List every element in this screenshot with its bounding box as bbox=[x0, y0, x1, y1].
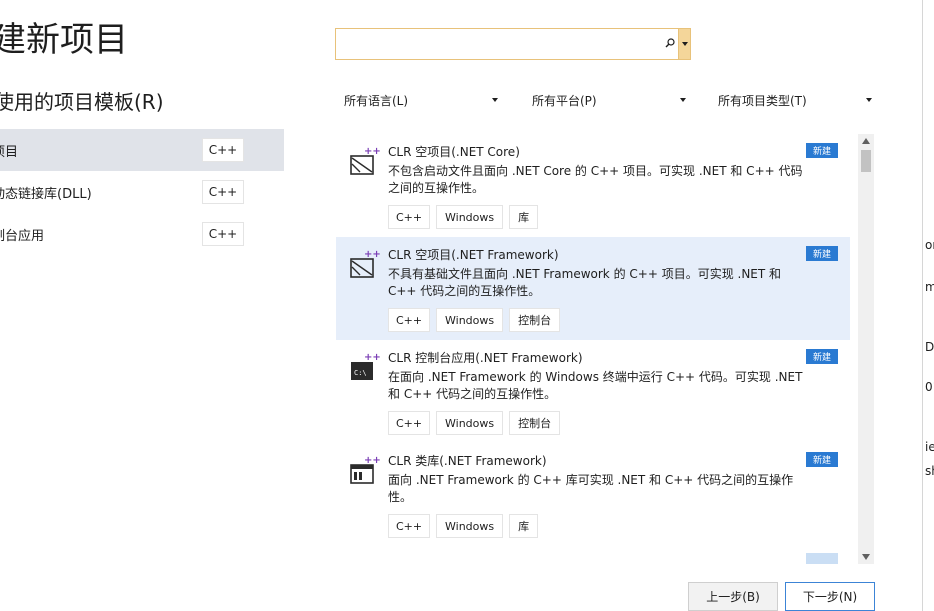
recent-item-dll[interactable]: 动态链接库(DLL) C++ bbox=[0, 171, 284, 213]
background-text: m bbox=[925, 280, 934, 294]
platform-filter[interactable]: 所有平台(P) bbox=[524, 86, 692, 114]
template-name: CLR 空项目(.NET Core) bbox=[388, 145, 520, 159]
new-badge bbox=[806, 553, 838, 564]
template-item[interactable]: ++ CLR 类库(.NET Framework) 面向 .NET Framew… bbox=[336, 443, 850, 546]
template-item[interactable]: C:\ ++ CLR 控制台应用(.NET Framework) 在面向 .NE… bbox=[336, 340, 850, 443]
back-button[interactable]: 上一步(B) bbox=[688, 582, 778, 611]
tag: 控制台 bbox=[509, 308, 561, 332]
svg-text:++: ++ bbox=[364, 352, 380, 363]
console-app-icon: C:\ ++ bbox=[351, 352, 380, 380]
template-description: 面向 .NET Framework 的 C++ 库可实现 .NET 和 C++ … bbox=[388, 473, 794, 504]
tag: Windows bbox=[436, 205, 504, 229]
scroll-thumb[interactable] bbox=[861, 150, 871, 172]
clr-empty-project-icon: ++ bbox=[350, 249, 380, 278]
template-item-selected[interactable]: ++ CLR 空项目(.NET Framework) 不具有基础文件且面向 .N… bbox=[336, 237, 850, 340]
template-description: 不具有基础文件且面向 .NET Framework 的 C++ 项目。可实现 .… bbox=[388, 267, 782, 298]
project-type-filter[interactable]: 所有项目类型(T) bbox=[710, 86, 878, 114]
background-window-edge: on m D 01 ie sh bbox=[922, 0, 934, 611]
recent-item-language: C++ bbox=[202, 222, 244, 246]
search-dropdown-button[interactable] bbox=[679, 28, 691, 60]
tag: Windows bbox=[436, 411, 504, 435]
template-item[interactable]: ++ CLR 空项目(.NET Core) 不包含启动文件且面向 .NET Co… bbox=[336, 134, 850, 237]
recent-item-console-app[interactable]: 制台应用 C++ bbox=[0, 213, 284, 255]
background-text: ie bbox=[925, 440, 934, 454]
background-text: sh bbox=[925, 464, 934, 478]
recent-item-empty-project[interactable]: 项目 C++ bbox=[0, 129, 284, 171]
scroll-down-arrow-icon[interactable] bbox=[862, 554, 870, 560]
new-badge: 新建 bbox=[806, 452, 838, 467]
language-filter-label: 所有语言(L) bbox=[344, 93, 409, 108]
platform-filter-label: 所有平台(P) bbox=[532, 93, 597, 108]
template-search-box[interactable] bbox=[335, 28, 679, 60]
svg-text:++: ++ bbox=[364, 249, 380, 260]
recent-item-name: 制台应用 bbox=[0, 228, 45, 244]
next-button[interactable]: 下一步(N) bbox=[785, 582, 875, 611]
tag: 控制台 bbox=[509, 411, 561, 435]
tag: C++ bbox=[388, 205, 430, 229]
new-badge: 新建 bbox=[806, 349, 838, 364]
template-name: CLR 类库(.NET Framework) bbox=[388, 454, 547, 468]
background-text: 01 bbox=[925, 380, 934, 394]
recent-templates-title: 使用的项目模板(R) bbox=[0, 90, 164, 114]
template-list-scrollbar[interactable] bbox=[858, 134, 874, 564]
create-project-dialog: 建新项目 使用的项目模板(R) 项目 C++ 动态链接库(DLL) C++ 制台… bbox=[0, 0, 922, 611]
recent-item-language: C++ bbox=[202, 138, 244, 162]
template-description: 不包含启动文件且面向 .NET Core 的 C++ 项目。可实现 .NET 和… bbox=[388, 164, 803, 195]
tag: 库 bbox=[509, 205, 539, 229]
background-text: on bbox=[925, 238, 934, 252]
project-type-filter-label: 所有项目类型(T) bbox=[718, 93, 807, 108]
recent-item-name: 动态链接库(DLL) bbox=[0, 186, 92, 202]
recent-item-name: 项目 bbox=[0, 144, 19, 160]
class-library-icon: ++ bbox=[350, 455, 380, 484]
tag: Windows bbox=[436, 514, 504, 538]
chevron-down-icon bbox=[680, 98, 686, 102]
tag: 库 bbox=[509, 514, 539, 538]
chevron-down-icon bbox=[866, 98, 872, 102]
chevron-down-icon bbox=[681, 42, 688, 46]
template-name: CLR 控制台应用(.NET Framework) bbox=[388, 351, 583, 365]
tag: Windows bbox=[436, 308, 504, 332]
tag: C++ bbox=[388, 514, 430, 538]
svg-text:C:\: C:\ bbox=[354, 369, 367, 377]
svg-text:++: ++ bbox=[364, 146, 380, 157]
language-filter[interactable]: 所有语言(L) bbox=[336, 86, 504, 114]
template-name: CLR 空项目(.NET Framework) bbox=[388, 248, 559, 262]
tag: C++ bbox=[388, 411, 430, 435]
template-item-partially-visible[interactable] bbox=[336, 551, 850, 564]
clr-empty-project-icon: ++ bbox=[350, 146, 380, 175]
new-badge: 新建 bbox=[806, 246, 838, 261]
new-badge: 新建 bbox=[806, 143, 838, 158]
template-list: ++ CLR 空项目(.NET Core) 不包含启动文件且面向 .NET Co… bbox=[336, 134, 850, 564]
svg-text:++: ++ bbox=[364, 455, 380, 466]
scroll-up-arrow-icon[interactable] bbox=[862, 138, 870, 144]
search-input[interactable] bbox=[342, 33, 656, 57]
chevron-down-icon bbox=[492, 98, 498, 102]
page-title: 建新项目 bbox=[0, 20, 128, 60]
background-text: D bbox=[925, 340, 934, 354]
tag: C++ bbox=[388, 308, 430, 332]
template-description: 在面向 .NET Framework 的 Windows 终端中运行 C++ 代… bbox=[388, 370, 803, 401]
recent-item-language: C++ bbox=[202, 180, 244, 204]
search-icon[interactable] bbox=[665, 38, 675, 48]
